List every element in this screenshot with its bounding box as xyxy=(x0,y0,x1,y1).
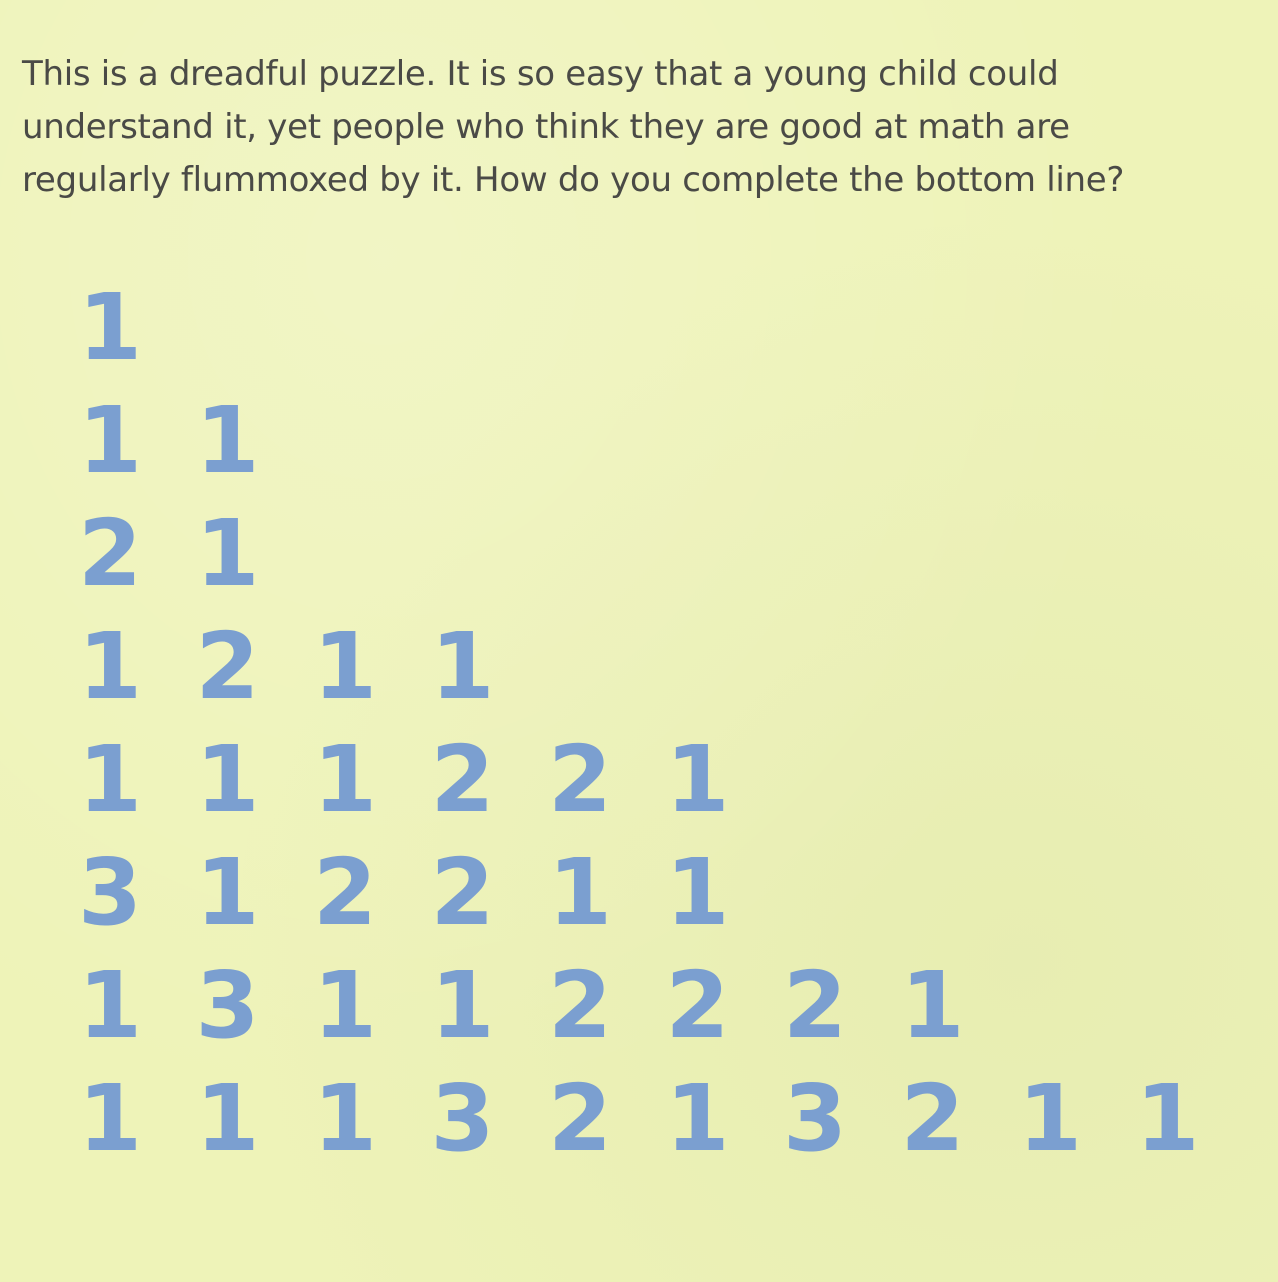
sequence-digit: 2 xyxy=(547,952,612,1059)
sequence-digit: 1 xyxy=(665,1065,730,1172)
sequence-digit: 2 xyxy=(782,952,847,1059)
sequence-digit: 1 xyxy=(1017,1065,1082,1172)
sequence-digit: 2 xyxy=(77,500,142,607)
sequence-digit: 1 xyxy=(77,387,142,494)
sequence-digit: 1 xyxy=(430,613,495,720)
sequence-digit: 1 xyxy=(547,839,612,946)
sequence-digit: 1 xyxy=(312,952,377,1059)
sequence-digit: 3 xyxy=(782,1065,847,1172)
sequence-digit: 2 xyxy=(195,613,260,720)
sequence-digit: 2 xyxy=(547,726,612,833)
sequence-digit: 1 xyxy=(312,613,377,720)
sequence-digit: 2 xyxy=(900,1065,965,1172)
sequence-digit: 2 xyxy=(430,726,495,833)
sequence-digit: 3 xyxy=(77,839,142,946)
sequence-digit: 1 xyxy=(77,274,142,381)
sequence-digit: 1 xyxy=(900,952,965,1059)
sequence-digit: 2 xyxy=(430,839,495,946)
sequence-digit: 3 xyxy=(430,1065,495,1172)
sequence-digit: 1 xyxy=(665,726,730,833)
sequence-digit: 1 xyxy=(195,500,260,607)
sequence-digit: 1 xyxy=(1135,1065,1200,1172)
sequence-digit: 1 xyxy=(430,952,495,1059)
sequence-digit: 2 xyxy=(312,839,377,946)
sequence-digit: 1 xyxy=(195,839,260,946)
sequence-digit: 1 xyxy=(195,726,260,833)
sequence-digit: 1 xyxy=(312,1065,377,1172)
sequence-digit: 1 xyxy=(77,1065,142,1172)
sequence-digit: 1 xyxy=(665,839,730,946)
puzzle-page: This is a dreadful puzzle. It is so easy… xyxy=(0,0,1278,1282)
sequence-digit: 1 xyxy=(195,387,260,494)
sequence-digit: 1 xyxy=(77,726,142,833)
sequence-digit: 2 xyxy=(547,1065,612,1172)
sequence-digit: 3 xyxy=(195,952,260,1059)
sequence-digit: 1 xyxy=(77,613,142,720)
sequence-digit: 1 xyxy=(77,952,142,1059)
sequence-digit: 1 xyxy=(312,726,377,833)
number-sequence: 111211211111221312211131122211113213211 xyxy=(0,0,1278,1282)
sequence-digit: 1 xyxy=(195,1065,260,1172)
sequence-digit: 2 xyxy=(665,952,730,1059)
